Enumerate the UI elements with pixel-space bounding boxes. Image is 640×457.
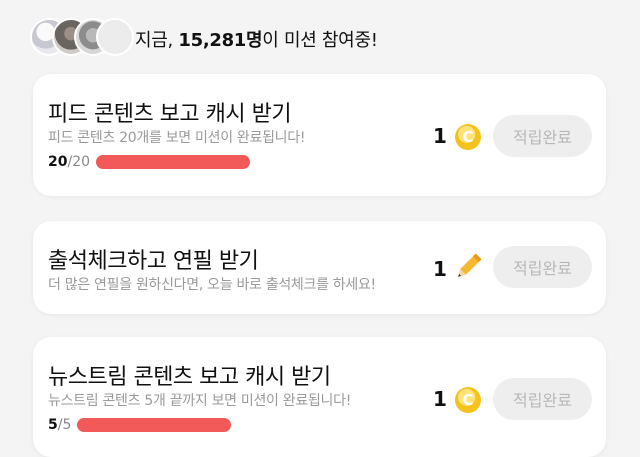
- reward-count: 1: [433, 387, 447, 411]
- progress-bar: [77, 418, 232, 432]
- participants-suffix: 이 미션 참여중!: [262, 30, 378, 51]
- mission-card-newstream: 뉴스트림 콘텐츠 보고 캐시 받기 뉴스트림 콘텐츠 5개 끝까지 보면 미션이…: [33, 337, 606, 457]
- mission-description: 더 많은 연필을 원하신다면, 오늘 바로 출석체크를 하세요!: [48, 277, 376, 293]
- mission-card-attendance: 출석체크하고 연필 받기 더 많은 연필을 원하신다면, 오늘 바로 출석체크를…: [33, 221, 606, 314]
- claim-complete-button[interactable]: 적립완료: [493, 246, 592, 288]
- mission-title: 출석체크하고 연필 받기: [48, 249, 259, 274]
- participants-header: 지금, 15,281명이 미션 참여중!: [0, 0, 640, 70]
- mission-progress: 5/5: [48, 417, 232, 433]
- mission-title: 뉴스트림 콘텐츠 보고 캐시 받기: [48, 365, 331, 390]
- progress-current: 20: [48, 154, 68, 170]
- reward-count: 1: [433, 124, 447, 148]
- pencil-icon: [458, 253, 482, 277]
- mission-title: 피드 콘텐츠 보고 캐시 받기: [48, 102, 292, 127]
- claim-complete-button[interactable]: 적립완료: [493, 115, 592, 157]
- progress-bar: [96, 155, 251, 169]
- avatar: [96, 18, 134, 56]
- progress-total: /5: [57, 417, 72, 433]
- coin-symbol: C: [462, 391, 474, 409]
- participants-count: 15,281명: [178, 30, 263, 51]
- progress-current: 5: [48, 417, 58, 433]
- participants-text: 지금, 15,281명이 미션 참여중!: [135, 26, 378, 52]
- mission-card-feed: 피드 콘텐츠 보고 캐시 받기 피드 콘텐츠 20개를 보면 미션이 완료됩니다…: [33, 74, 606, 196]
- mission-progress: 20/20: [48, 154, 251, 170]
- coin-icon: C: [455, 124, 481, 150]
- participant-avatars: [30, 18, 134, 58]
- mission-description: 피드 콘텐츠 20개를 보면 미션이 완료됩니다!: [48, 130, 306, 146]
- participants-prefix: 지금,: [135, 30, 179, 51]
- progress-total: /20: [67, 154, 91, 170]
- coin-icon: C: [455, 387, 481, 413]
- mission-description: 뉴스트림 콘텐츠 5개 끝까지 보면 미션이 완료됩니다!: [48, 393, 351, 409]
- reward-count: 1: [433, 257, 447, 281]
- coin-symbol: C: [462, 128, 474, 146]
- claim-complete-button[interactable]: 적립완료: [493, 378, 592, 420]
